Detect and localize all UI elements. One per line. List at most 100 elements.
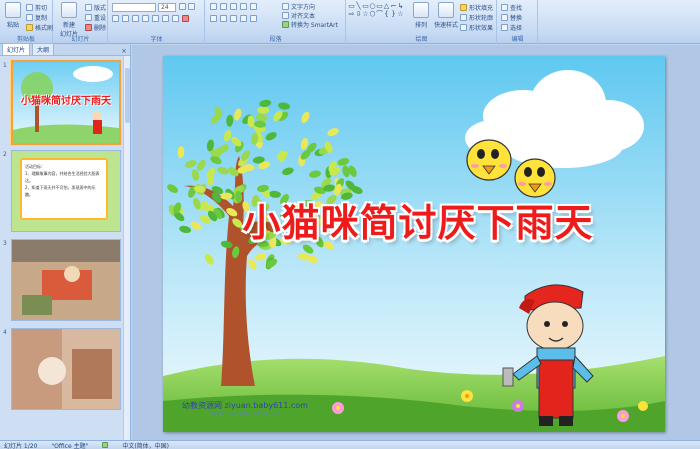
clipboard-label: 剪贴板 [16, 36, 35, 43]
copy-button[interactable]: 复制 [26, 13, 47, 22]
shape-option[interactable]: ○ [369, 2, 376, 10]
shape-option[interactable]: { [383, 10, 390, 18]
select-button[interactable]: 选择 [501, 23, 522, 32]
font-group: 24 字体 [109, 0, 205, 44]
spacing-icon[interactable] [162, 15, 169, 22]
arrange-icon [413, 2, 429, 18]
justify-icon[interactable] [240, 15, 247, 22]
theme-name: "Office 主题" [51, 442, 89, 449]
format-painter-button[interactable]: 格式刷 [26, 23, 53, 32]
thumbnail-3-image [12, 240, 120, 320]
numbering-icon[interactable] [220, 3, 227, 10]
thumb-line: 2、知道下雨天并不可怕，发现雨中的乐趣。 [25, 185, 96, 197]
slide-thumbnail-2[interactable]: 活动目标： 1、理解故事内容，并结合生活经验大胆表达。 2、知道下雨天并不可怕，… [11, 150, 121, 232]
convert-smartart-button[interactable]: 转换为 SmartArt [282, 20, 338, 29]
align-right-icon[interactable] [230, 15, 237, 22]
shape-option[interactable]: ⇨ [348, 10, 355, 18]
bold-icon[interactable] [112, 15, 119, 22]
shape-option[interactable]: ⌐ [390, 2, 397, 10]
slide-panel: 幻灯片 大纲 × 1 小猫咪简讨厌下雨天 2 活动目标： 1、理解故事内容，并结… [0, 43, 131, 440]
shape-effects-button[interactable]: 形状效果 [460, 23, 493, 32]
align-text-button[interactable]: 对齐文本 [282, 11, 315, 20]
reset-button[interactable]: 重设 [85, 13, 106, 22]
replace-button[interactable]: 替换 [501, 13, 522, 22]
editing-label: 编辑 [511, 36, 524, 43]
shape-option[interactable]: ↳ [397, 2, 404, 10]
shape-option[interactable]: ⌒ [376, 10, 383, 18]
text-direction-button[interactable]: 文字方向 [282, 2, 315, 11]
tab-slides[interactable]: 幻灯片 [2, 43, 31, 55]
language[interactable]: 中文(简体，中国) [122, 441, 169, 449]
shape-option[interactable]: ▭ [348, 2, 355, 10]
replace-icon [501, 14, 508, 21]
slide-title[interactable]: 小猫咪简讨厌下雨天 [203, 192, 633, 247]
shadow-icon[interactable] [152, 15, 159, 22]
slide-thumbnail-1[interactable]: 小猫咪简讨厌下雨天 [11, 60, 121, 145]
font-grow-button[interactable] [179, 3, 195, 10]
align-center-icon[interactable] [220, 15, 227, 22]
arrange-button[interactable]: 排列 [410, 2, 432, 34]
font-name-combo[interactable] [112, 3, 156, 12]
delete-icon [85, 24, 92, 31]
shape-fill-button[interactable]: 形状填充 [460, 3, 493, 12]
underline-icon[interactable] [132, 15, 139, 22]
close-icon[interactable]: × [121, 47, 127, 55]
shapes-gallery[interactable]: ▭ ╲ ▭ ○ ▭ △ ⌐ ↳ ⇨ ⇩ ☆ ⬡ ⌒{} ☆ [348, 2, 406, 26]
bullets-icon[interactable] [210, 3, 217, 10]
paste-button[interactable]: 粘贴 [2, 2, 24, 34]
strikethrough-icon[interactable] [142, 15, 149, 22]
layout-button[interactable]: 版式 [85, 3, 106, 12]
clipboard-group: 粘贴 剪切 复制 格式刷 剪贴板 [0, 0, 53, 44]
shape-option[interactable]: △ [383, 2, 390, 10]
panel-scrollbar[interactable] [123, 56, 130, 440]
shape-option[interactable]: ▭ [376, 2, 383, 10]
current-slide[interactable]: 小猫咪简讨厌下雨天 幼教资源网 ziyuan.baby611.com PPT课件… [163, 56, 665, 432]
list-buttons [210, 3, 257, 10]
font-size-combo[interactable]: 24 [158, 3, 176, 12]
shape-option[interactable]: ⬡ [369, 10, 376, 18]
quick-styles-button[interactable]: 快速样式 [433, 2, 459, 34]
fill-icon [460, 4, 467, 11]
italic-icon[interactable] [122, 15, 129, 22]
spell-check-icon[interactable] [102, 442, 109, 448]
align-left-icon[interactable] [210, 15, 217, 22]
format-painter-icon [26, 24, 33, 31]
slide-number: 1 [3, 62, 7, 69]
case-icon[interactable] [172, 15, 179, 22]
shape-option[interactable]: ⇩ [355, 10, 362, 18]
thumbnail-2-text: 活动目标： 1、理解故事内容，并结合生活经验大胆表达。 2、知道下雨天并不可怕，… [20, 158, 108, 220]
new-slide-button[interactable]: 新建 幻灯片 [57, 2, 81, 38]
leaf [257, 106, 270, 114]
scrollbar-thumb[interactable] [125, 68, 130, 123]
increase-indent-icon[interactable] [240, 3, 247, 10]
grow-font-icon [179, 3, 186, 10]
tab-outline[interactable]: 大纲 [32, 43, 55, 55]
cut-button[interactable]: 剪切 [26, 3, 47, 12]
slide-thumbnail-4[interactable] [11, 328, 121, 410]
decrease-indent-icon[interactable] [230, 3, 237, 10]
shape-outline-button[interactable]: 形状轮廓 [460, 13, 493, 22]
watermark-subtitle: PPT课件 · 幼儿园教案 · 教学资源 · 试卷 [210, 411, 281, 416]
shape-option[interactable]: ☆ [362, 10, 369, 18]
slides-label: 幻灯片 [71, 36, 90, 43]
line-spacing-icon[interactable] [250, 3, 257, 10]
shape-option[interactable]: ▭ [362, 2, 369, 10]
font-format-buttons [112, 15, 189, 22]
find-button[interactable]: 查找 [501, 3, 522, 12]
panel-tabs: 幻灯片 大纲 × [0, 43, 130, 56]
thumbnail-1-title: 小猫咪简讨厌下雨天 [21, 96, 111, 107]
smartart-icon [282, 21, 289, 28]
align-text-icon [282, 12, 289, 19]
font-label: 字体 [150, 36, 163, 43]
thumb-line: 1、理解故事内容，并结合生活经验大胆表达。 [25, 171, 100, 183]
shape-option[interactable]: ╲ [355, 2, 362, 10]
shape-option[interactable]: ☆ [397, 10, 404, 18]
select-icon [501, 24, 508, 31]
columns-icon[interactable] [250, 15, 257, 22]
font-color-icon[interactable] [182, 15, 189, 22]
delete-slide-button[interactable]: 删除 [85, 23, 106, 32]
slide-thumbnail-3[interactable] [11, 239, 121, 321]
copy-icon [26, 14, 33, 21]
shrink-font-icon [188, 3, 195, 10]
shape-option[interactable]: } [390, 10, 397, 18]
